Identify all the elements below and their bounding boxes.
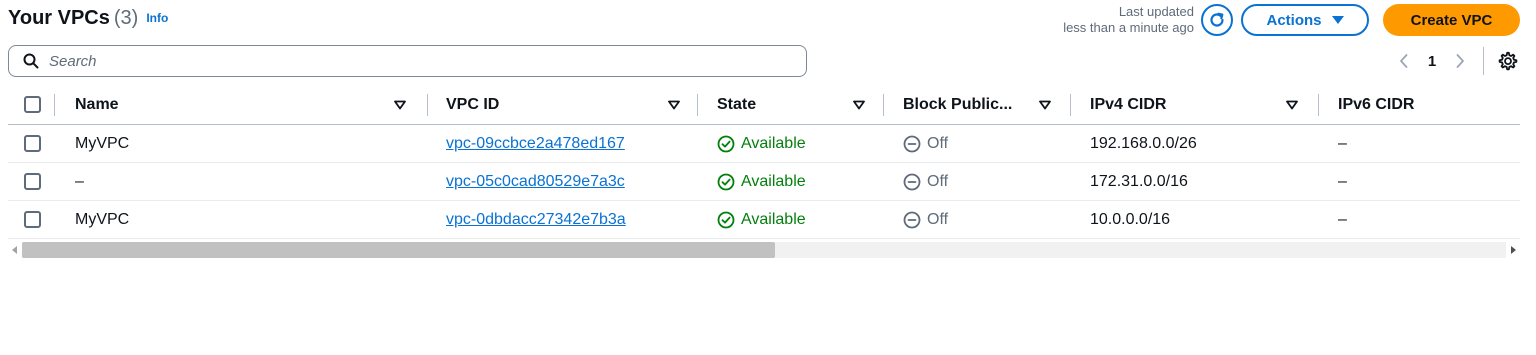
status-off: Off	[903, 211, 948, 229]
preferences-button[interactable]	[1496, 49, 1520, 73]
sort-caret-icon[interactable]	[394, 85, 406, 124]
page-number[interactable]: 1	[1421, 53, 1443, 70]
table-row[interactable]: – vpc-05c0cad80529e7a3c Available Off 17…	[8, 163, 1520, 201]
sort-caret-icon[interactable]	[668, 85, 680, 124]
caret-down-icon	[1331, 16, 1344, 24]
row-checkbox-cell[interactable]	[24, 125, 44, 162]
status-off-icon	[903, 211, 921, 228]
search-field[interactable]	[8, 45, 807, 77]
status-off: Off	[903, 135, 948, 153]
status-text: Available	[741, 172, 806, 190]
vpc-table: Name VPC ID State Block Public... IPv4 C…	[8, 85, 1520, 239]
column-divider[interactable]	[427, 94, 428, 116]
column-divider	[54, 94, 55, 116]
scroll-right-arrow-icon[interactable]	[1506, 242, 1520, 258]
settings-gear-icon	[1498, 51, 1518, 71]
chevron-right-icon	[1456, 54, 1464, 68]
cell-ipv4: 192.168.0.0/26	[1090, 134, 1197, 152]
scrollbar-thumb[interactable]	[22, 242, 775, 258]
vpc-id-link[interactable]: vpc-09ccbce2a478ed167	[446, 135, 625, 153]
vpc-id-link[interactable]: vpc-0dbdacc27342e7b3a	[446, 211, 626, 229]
search-icon	[23, 53, 39, 69]
previous-page-button[interactable]	[1387, 45, 1421, 77]
table-row[interactable]: MyVPC vpc-09ccbce2a478ed167 Available Of…	[8, 125, 1520, 163]
actions-label: Actions	[1266, 11, 1322, 29]
info-link[interactable]: Info	[146, 11, 168, 25]
status-off: Off	[903, 173, 948, 191]
cell-name: MyVPC	[75, 134, 130, 152]
next-page-button[interactable]	[1443, 45, 1477, 77]
column-header-vpc-id[interactable]: VPC ID	[446, 85, 691, 124]
create-vpc-label: Create VPC	[1410, 11, 1493, 29]
row-checkbox[interactable]	[24, 211, 41, 228]
status-available-icon	[717, 211, 735, 228]
row-checkbox[interactable]	[24, 173, 41, 190]
chevron-left-icon	[1400, 54, 1408, 68]
sort-caret-icon[interactable]	[853, 85, 865, 124]
status-available-icon	[717, 135, 735, 152]
row-checkbox[interactable]	[24, 135, 41, 152]
refresh-icon	[1210, 12, 1224, 27]
row-checkbox-cell[interactable]	[24, 163, 44, 200]
cell-ipv4: 10.0.0.0/16	[1090, 210, 1171, 228]
column-divider[interactable]	[1318, 94, 1319, 116]
select-all-checkbox-cell[interactable]	[24, 85, 44, 124]
status-available-icon	[717, 173, 735, 190]
page-title: Your VPCs (3) Info	[8, 7, 168, 30]
search-input[interactable]	[49, 52, 749, 70]
column-header-ipv4-cidr[interactable]: IPv4 CIDR	[1090, 85, 1305, 124]
cell-name: –	[75, 172, 84, 190]
pagination: 1	[1387, 45, 1520, 77]
status-off-icon	[903, 173, 921, 190]
row-checkbox-cell[interactable]	[24, 201, 44, 238]
block-public-text: Off	[927, 210, 949, 228]
sort-caret-icon[interactable]	[1039, 85, 1051, 124]
status-off-icon	[903, 135, 921, 152]
pagination-divider	[1483, 47, 1484, 75]
column-header-name[interactable]: Name	[75, 85, 425, 124]
actions-dropdown-button[interactable]: Actions	[1241, 4, 1369, 36]
table-row[interactable]: MyVPC vpc-0dbdacc27342e7b3a Available Of…	[8, 201, 1520, 239]
create-vpc-button[interactable]: Create VPC	[1383, 4, 1520, 36]
cell-name: MyVPC	[75, 210, 130, 228]
column-header-ipv6-cidr[interactable]: IPv6 CIDR	[1338, 85, 1518, 124]
page-header: Your VPCs (3) Info Last updated less than …	[8, 4, 1520, 40]
vpc-count: (3)	[113, 7, 139, 29]
last-updated-label: Last updated	[1118, 4, 1194, 19]
block-public-text: Off	[927, 172, 949, 190]
status-available: Available	[717, 173, 806, 191]
sort-caret-icon[interactable]	[1286, 85, 1298, 124]
cell-ipv6: –	[1338, 134, 1347, 152]
table-header-row: Name VPC ID State Block Public... IPv4 C…	[8, 85, 1520, 125]
refresh-button[interactable]	[1201, 4, 1233, 36]
status-available: Available	[717, 135, 806, 153]
status-text: Available	[741, 210, 806, 228]
status-text: Available	[741, 134, 806, 152]
title-text: Your VPCs	[8, 7, 110, 29]
select-all-checkbox[interactable]	[24, 96, 41, 113]
block-public-text: Off	[927, 134, 949, 152]
column-divider[interactable]	[883, 94, 884, 116]
column-divider[interactable]	[1070, 94, 1071, 116]
cell-ipv6: –	[1338, 210, 1347, 228]
last-updated: Last updated less than a minute ago	[1063, 4, 1194, 36]
horizontal-scrollbar[interactable]	[8, 240, 1520, 260]
vpc-id-link[interactable]: vpc-05c0cad80529e7a3c	[446, 173, 625, 191]
cell-ipv4: 172.31.0.0/16	[1090, 172, 1188, 190]
cell-ipv6: –	[1338, 172, 1347, 190]
scroll-left-arrow-icon[interactable]	[8, 242, 22, 258]
status-available: Available	[717, 211, 806, 229]
last-updated-value: less than a minute ago	[1063, 20, 1194, 35]
column-divider[interactable]	[697, 94, 698, 116]
